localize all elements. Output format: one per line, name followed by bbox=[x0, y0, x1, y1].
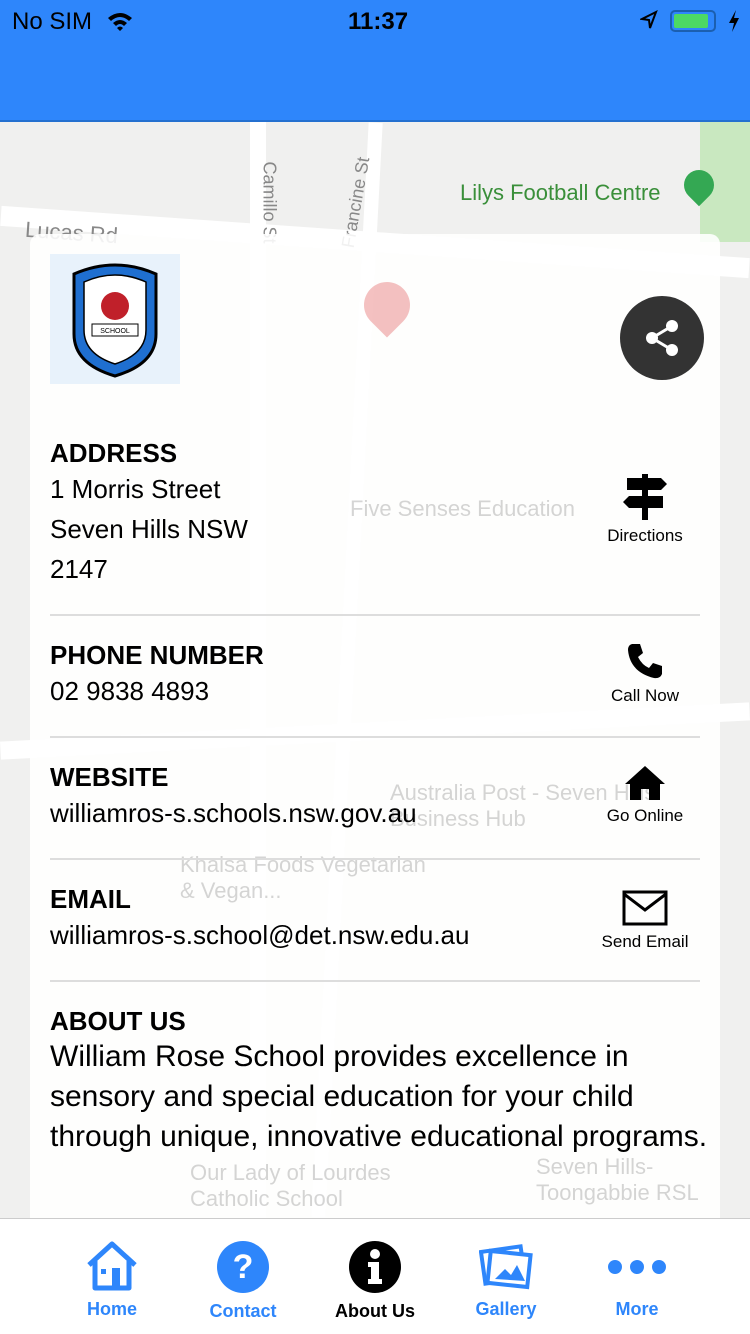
battery-icon bbox=[670, 10, 716, 32]
header: No SIM 11:37 bbox=[0, 0, 750, 122]
svg-text:SCHOOL: SCHOOL bbox=[100, 328, 130, 335]
house-icon bbox=[87, 1241, 137, 1291]
map-label: Camillo St bbox=[259, 161, 280, 244]
website-section: WEBSITE williamros-s.schools.nsw.gov.au … bbox=[50, 762, 700, 860]
tab-contact-label: Contact bbox=[209, 1301, 277, 1321]
map-label: Lilys Football Centre bbox=[460, 180, 661, 205]
send-email-label: Send Email bbox=[601, 932, 689, 951]
address-postcode: 2147 bbox=[50, 554, 108, 584]
directions-label: Directions bbox=[607, 526, 683, 545]
home-icon bbox=[625, 766, 665, 800]
tab-home[interactable]: Home bbox=[47, 1241, 177, 1320]
send-email-button[interactable]: Send Email bbox=[590, 890, 700, 952]
signpost-icon bbox=[623, 474, 667, 520]
school-info-card: Five Senses Education Australia Post - S… bbox=[30, 234, 720, 1218]
info-circle-icon bbox=[349, 1241, 401, 1293]
tab-gallery[interactable]: Gallery bbox=[441, 1241, 571, 1320]
directions-button[interactable]: Directions bbox=[590, 474, 700, 546]
tab-contact[interactable]: ? Contact bbox=[178, 1241, 308, 1322]
email-section: EMAIL williamros-s.school@det.nsw.edu.au… bbox=[50, 884, 700, 982]
map-marker-icon bbox=[354, 272, 420, 338]
envelope-icon bbox=[622, 890, 668, 926]
tab-more[interactable]: More bbox=[572, 1241, 702, 1320]
address-heading: ADDRESS bbox=[50, 438, 178, 468]
location-arrow-icon bbox=[640, 10, 658, 29]
phone-section: PHONE NUMBER 02 9838 4893 Call Now bbox=[50, 640, 700, 738]
wifi-icon bbox=[108, 13, 132, 31]
about-text: William Rose School provides excellence … bbox=[50, 1040, 708, 1153]
call-now-label: Call Now bbox=[610, 686, 680, 705]
share-icon bbox=[646, 320, 678, 356]
about-section: ABOUT US William Rose School provides ex… bbox=[50, 1006, 710, 1157]
go-online-button[interactable]: Go Online bbox=[590, 766, 700, 826]
tab-gallery-label: Gallery bbox=[475, 1299, 537, 1319]
go-online-label: Go Online bbox=[606, 806, 684, 825]
tab-more-label: More bbox=[615, 1299, 659, 1319]
share-button[interactable] bbox=[620, 296, 704, 380]
map-label: Our Lady of Lourdes Catholic School bbox=[190, 1160, 391, 1211]
call-now-button[interactable]: Call Now bbox=[590, 642, 700, 706]
question-circle-icon: ? bbox=[217, 1241, 269, 1293]
address-section: ADDRESS 1 Morris Street Seven Hills NSW … bbox=[50, 438, 700, 616]
tab-home-label: Home bbox=[86, 1299, 137, 1319]
map-label: Seven Hills-Toongabbie RSL bbox=[536, 1154, 699, 1205]
tab-about-us-label: About Us bbox=[335, 1301, 415, 1321]
clock: 11:37 bbox=[348, 8, 409, 35]
more-dots-icon bbox=[608, 1260, 666, 1274]
carrier: No SIM bbox=[12, 8, 93, 35]
tab-about-us[interactable]: About Us bbox=[310, 1241, 440, 1322]
svg-text:?: ? bbox=[233, 1248, 254, 1286]
tab-bar: Home ? Contact About Us Gallery More bbox=[0, 1218, 750, 1334]
about-heading: ABOUT US bbox=[50, 1006, 186, 1036]
phone-icon bbox=[628, 644, 662, 679]
school-logo: SCHOOL bbox=[50, 254, 180, 384]
charging-icon bbox=[729, 10, 739, 32]
photos-icon bbox=[479, 1244, 533, 1290]
